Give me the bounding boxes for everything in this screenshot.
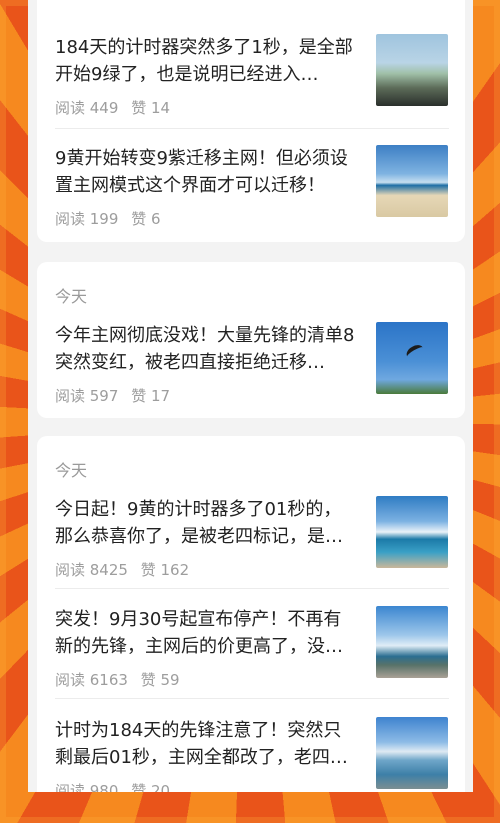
- item-divider: [55, 588, 449, 589]
- coast-rocks-icon[interactable]: [376, 34, 448, 106]
- sea-waves-icon[interactable]: [376, 496, 448, 568]
- article-title[interactable]: 今日起！9黄的计时器多了01秒的，那么恭喜你了，是被老四标记，是…: [55, 496, 355, 550]
- read-count: 阅读 8425: [55, 561, 128, 579]
- article-item[interactable]: 计时为184天的先锋注意了！突然只剩最后01秒，主网全都改了，老四… 阅读 98…: [55, 717, 449, 792]
- article-meta: 阅读 980 赞 20: [55, 780, 178, 792]
- article-title[interactable]: 184天的计时器突然多了1秒，是全部开始9绿了，也是说明已经进入…: [55, 34, 355, 88]
- article-item[interactable]: 今日起！9黄的计时器多了01秒的，那么恭喜你了，是被老四标记，是… 阅读 842…: [55, 496, 449, 606]
- article-list-panel[interactable]: 184天的计时器突然多了1秒，是全部开始9绿了，也是说明已经进入… 阅读 449…: [28, 0, 473, 792]
- article-title[interactable]: 计时为184天的先锋注意了！突然只剩最后01秒，主网全都改了，老四…: [55, 717, 355, 771]
- read-count: 阅读 597: [55, 387, 119, 405]
- article-item[interactable]: 突发！9月30号起宣布停产！不再有新的先锋，主网后的价更高了，没… 阅读 616…: [55, 606, 449, 716]
- bird-icon: [404, 342, 426, 362]
- article-title[interactable]: 9黄开始转变9紫迁移主网！但必须设置主网模式这个界面才可以迁移！: [55, 145, 355, 199]
- like-count: 赞 6: [131, 210, 161, 228]
- date-header: 今天: [55, 461, 88, 480]
- date-header: 今天: [55, 287, 88, 306]
- read-count: 阅读 6163: [55, 671, 128, 689]
- article-title[interactable]: 突发！9月30号起宣布停产！不再有新的先锋，主网后的价更高了，没…: [55, 606, 355, 660]
- article-meta: 阅读 6163 赞 59: [55, 669, 188, 690]
- bird-sky-icon[interactable]: [376, 322, 448, 394]
- article-meta: 阅读 8425 赞 162: [55, 559, 197, 580]
- beach-icon[interactable]: [376, 145, 448, 217]
- sea-rocks-icon[interactable]: [376, 606, 448, 678]
- article-meta: 阅读 199 赞 6: [55, 208, 169, 229]
- like-count: 赞 14: [131, 99, 171, 117]
- article-meta: 阅读 597 赞 17: [55, 385, 178, 406]
- article-meta: 阅读 449 赞 14: [55, 97, 178, 118]
- article-item[interactable]: 今年主网彻底没戏！大量先锋的清单8突然变红，被老四直接拒绝迁移… 阅读 597 …: [55, 322, 449, 432]
- like-count: 赞 59: [140, 671, 180, 689]
- item-divider: [55, 698, 449, 699]
- bay-city-icon[interactable]: [376, 717, 448, 789]
- like-count: 赞 162: [140, 561, 190, 579]
- article-group-card: 今天 今日起！9黄的计时器多了01秒的，那么恭喜你了，是被老四标记，是… 阅读 …: [37, 436, 465, 792]
- like-count: 赞 17: [131, 387, 171, 405]
- article-item[interactable]: 9黄开始转变9紫迁移主网！但必须设置主网模式这个界面才可以迁移！ 阅读 199 …: [55, 145, 449, 255]
- article-group-card: 184天的计时器突然多了1秒，是全部开始9绿了，也是说明已经进入… 阅读 449…: [37, 0, 465, 242]
- like-count: 赞 20: [131, 782, 171, 792]
- read-count: 阅读 199: [55, 210, 119, 228]
- read-count: 阅读 449: [55, 99, 119, 117]
- article-title[interactable]: 今年主网彻底没戏！大量先锋的清单8突然变红，被老四直接拒绝迁移…: [55, 322, 355, 376]
- read-count: 阅读 980: [55, 782, 119, 792]
- article-group-card: 今天 今年主网彻底没戏！大量先锋的清单8突然变红，被老四直接拒绝迁移… 阅读 5…: [37, 262, 465, 418]
- item-divider: [55, 128, 449, 129]
